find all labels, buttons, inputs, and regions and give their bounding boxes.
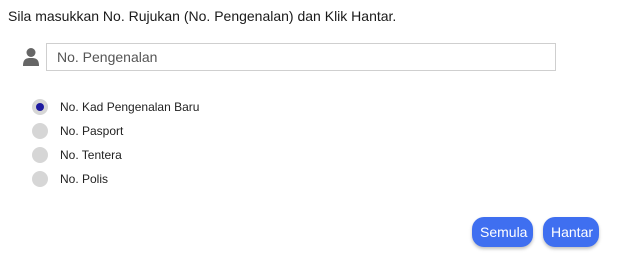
radio-label: No. Kad Pengenalan Baru	[60, 100, 200, 114]
radio-option-polis[interactable]: No. Polis	[32, 167, 199, 191]
id-number-input[interactable]	[46, 43, 556, 71]
radio-label: No. Pasport	[60, 124, 124, 138]
radio-button[interactable]	[32, 99, 48, 115]
submit-button[interactable]: Hantar	[543, 217, 599, 247]
id-type-radio-group: No. Kad Pengenalan Baru No. Pasport No. …	[32, 95, 199, 191]
radio-option-kad-pengenalan-baru[interactable]: No. Kad Pengenalan Baru	[32, 95, 199, 119]
instruction-text: Sila masukkan No. Rujukan (No. Pengenala…	[8, 8, 397, 24]
radio-button[interactable]	[32, 171, 48, 187]
radio-button[interactable]	[32, 123, 48, 139]
reset-button[interactable]: Semula	[472, 217, 533, 247]
radio-label: No. Tentera	[60, 148, 122, 162]
id-input-row	[22, 43, 556, 71]
radio-option-pasport[interactable]: No. Pasport	[32, 119, 199, 143]
user-icon	[22, 47, 40, 67]
radio-option-tentera[interactable]: No. Tentera	[32, 143, 199, 167]
radio-button[interactable]	[32, 147, 48, 163]
radio-label: No. Polis	[60, 172, 109, 186]
